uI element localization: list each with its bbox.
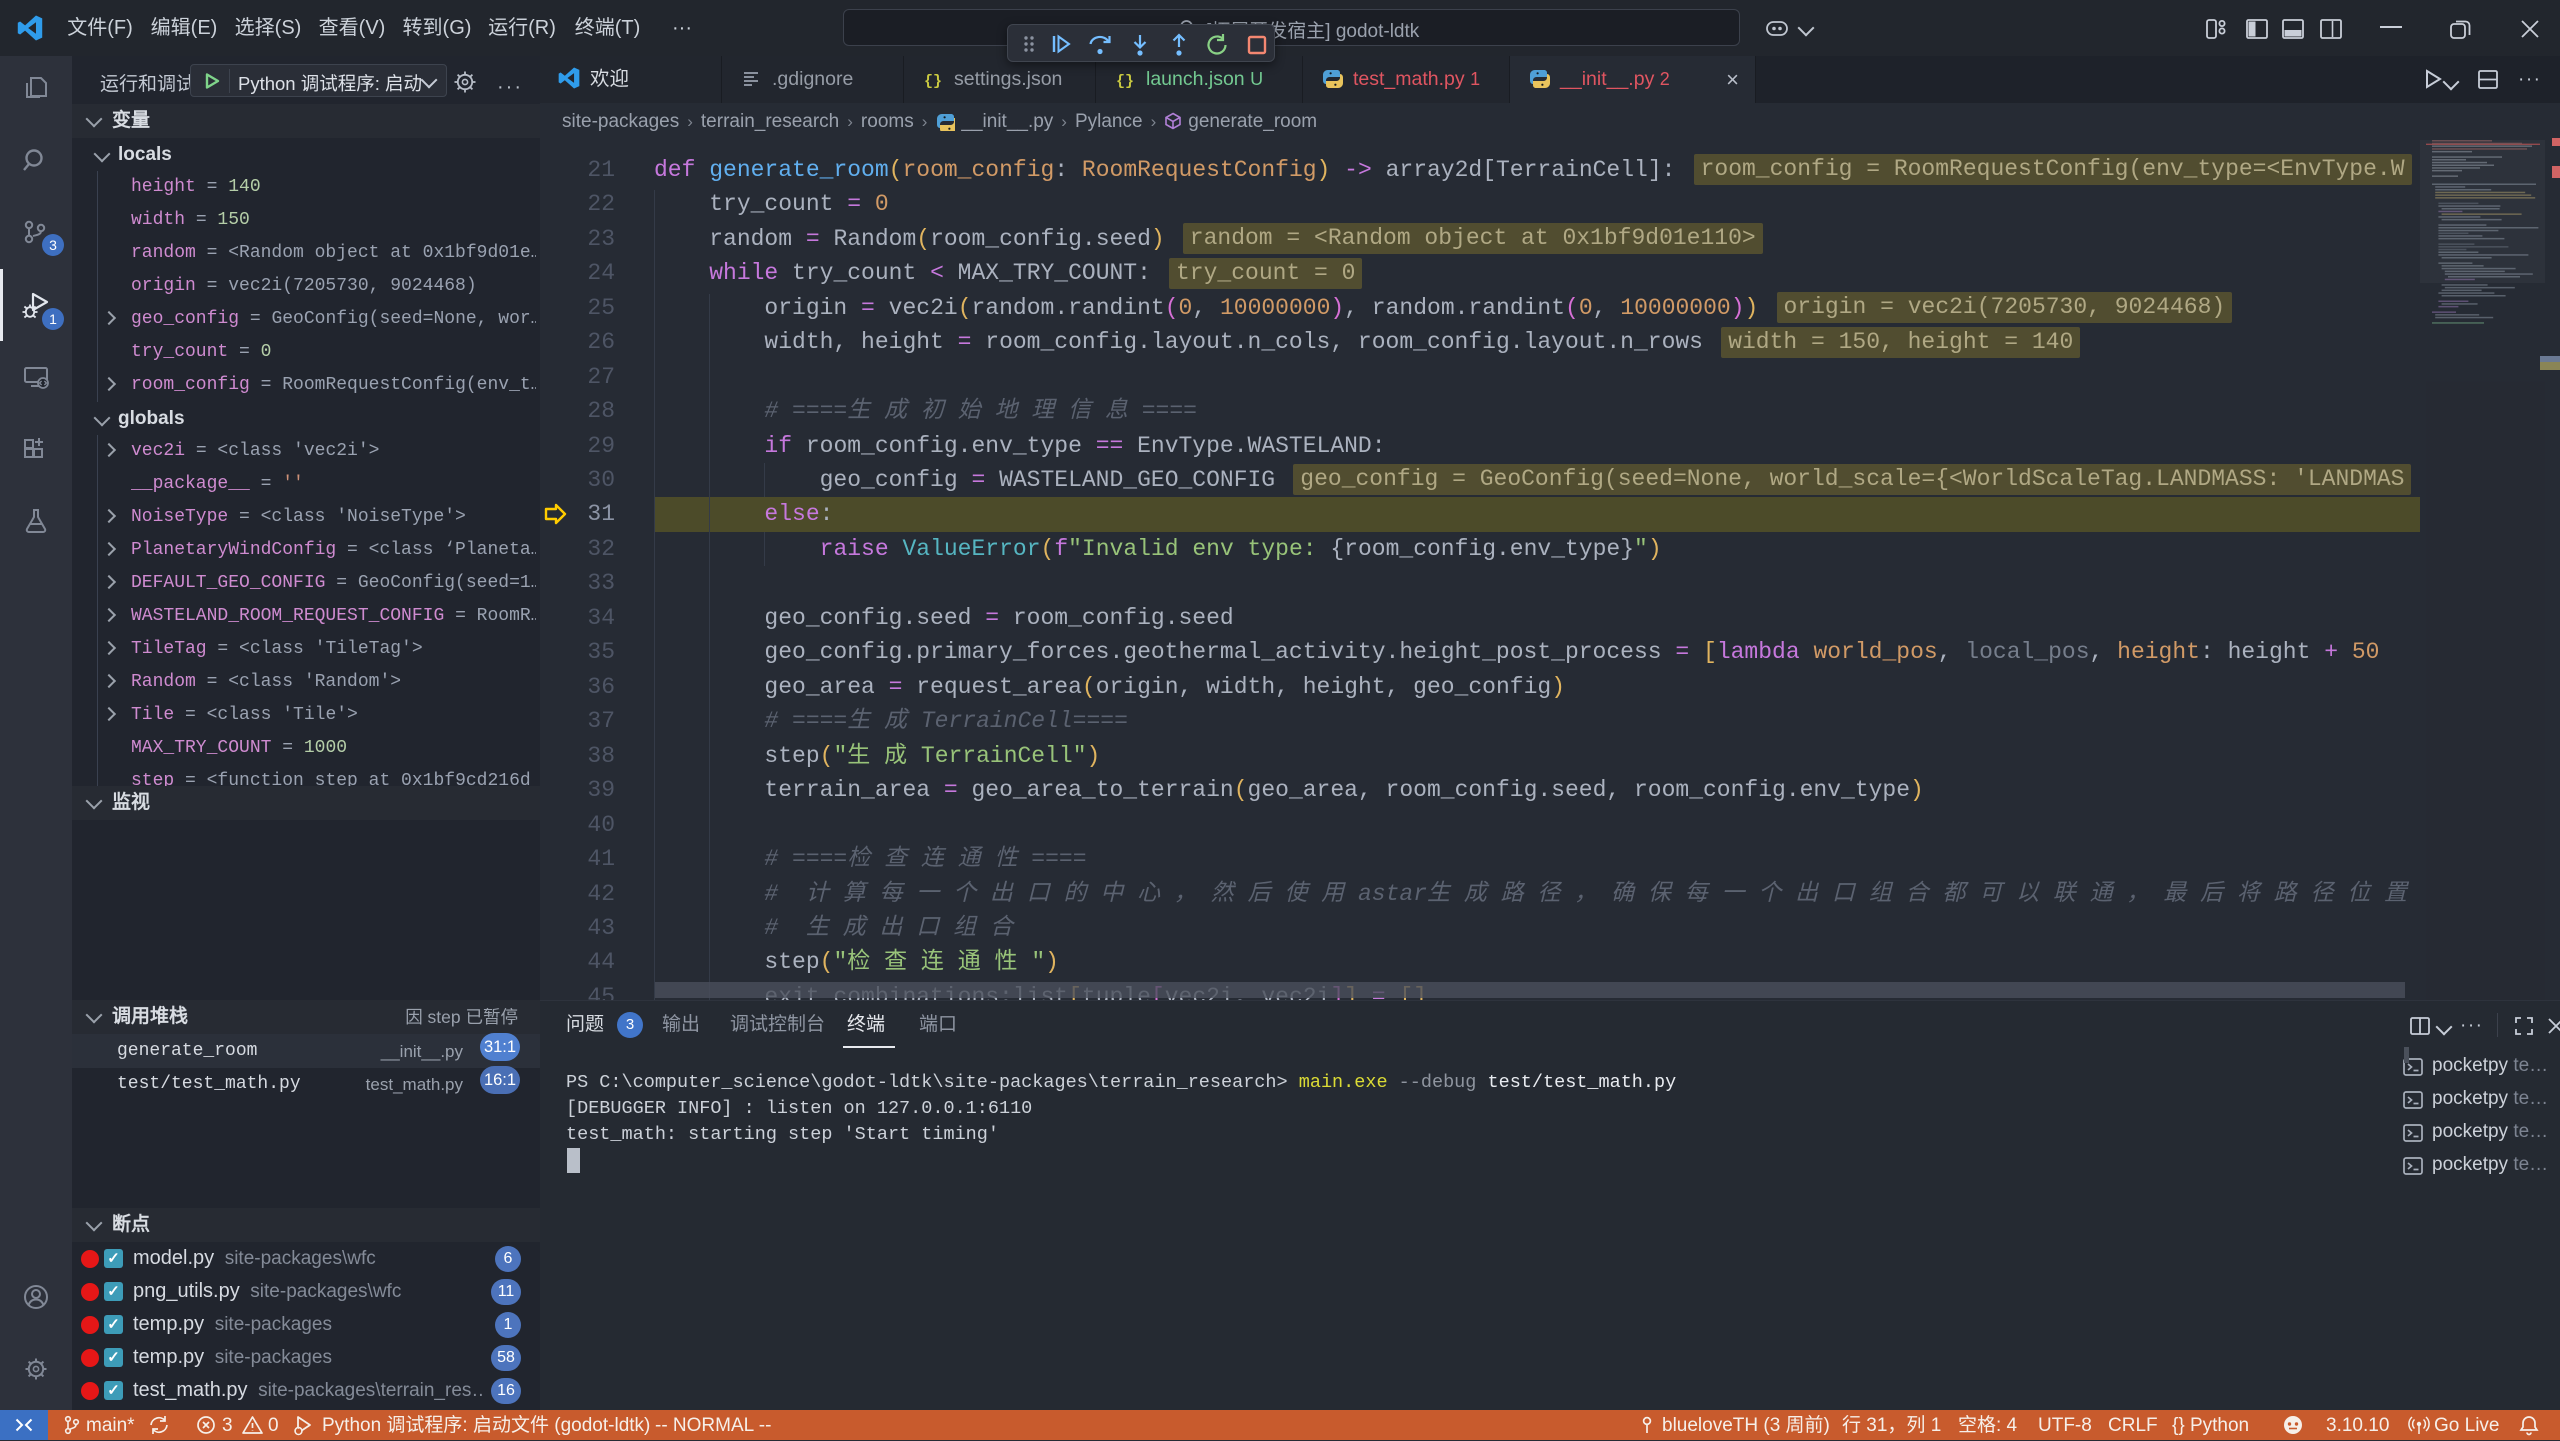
svg-text:{}: {} xyxy=(924,73,942,90)
svg-text:{}: {} xyxy=(1116,73,1134,90)
